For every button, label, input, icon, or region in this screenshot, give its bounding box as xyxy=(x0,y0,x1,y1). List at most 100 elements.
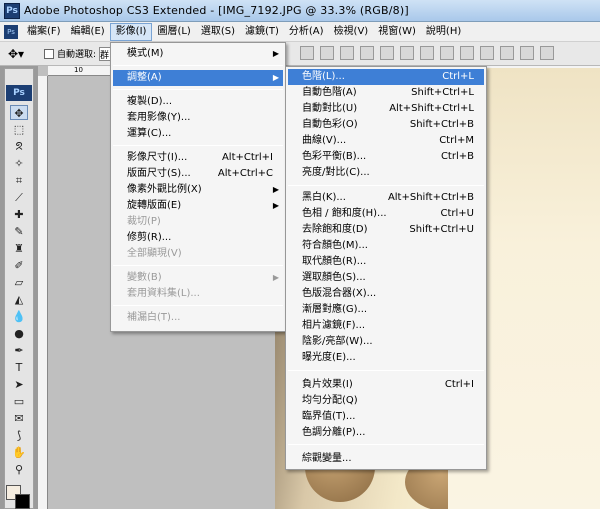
auto-select-checkbox[interactable] xyxy=(44,48,54,59)
adjust-match-color[interactable]: 符合顏色(M)... xyxy=(288,238,484,254)
adjust-curves[interactable]: 曲線(V)... Ctrl+M xyxy=(288,133,484,149)
menu-separator xyxy=(113,305,283,306)
dodge-tool-icon[interactable]: ● xyxy=(10,326,28,341)
adjust-levels[interactable]: 色階(L)... Ctrl+L xyxy=(288,69,484,85)
adjust-replace-color[interactable]: 取代顏色(R)... xyxy=(288,254,484,270)
menu-help[interactable]: 說明(H) xyxy=(421,23,466,41)
adjust-gradient-map[interactable]: 漸層對應(G)... xyxy=(288,302,484,318)
menu-image[interactable]: 影像(I) xyxy=(109,22,153,41)
image-menu-image-size[interactable]: 影像尺寸(I)... Alt+Ctrl+I xyxy=(113,150,283,166)
align-top-icon[interactable] xyxy=(300,46,314,60)
image-menu-apply-image[interactable]: 套用影像(Y)... xyxy=(113,110,283,126)
image-menu-canvas-size[interactable]: 版面尺寸(S)... Alt+Ctrl+C xyxy=(113,166,283,182)
menu-view[interactable]: 檢視(V) xyxy=(329,23,374,41)
image-menu-crop[interactable]: 裁切(P) xyxy=(113,214,283,230)
image-menu-calculations[interactable]: 運算(C)... xyxy=(113,126,283,142)
image-menu-rotate-canvas[interactable]: 旋轉版面(E) ▶ xyxy=(113,198,283,214)
adjustments-submenu: 色階(L)... Ctrl+L 自動色階(A) Shift+Ctrl+L 自動對比(… xyxy=(285,66,487,470)
menu-item-label: 裁切(P) xyxy=(127,216,161,227)
image-menu-duplicate[interactable]: 複製(D)... xyxy=(113,94,283,110)
menu-item-label: 色版混合器(X)... xyxy=(302,288,377,299)
adjust-channel-mixer[interactable]: 色版混合器(X)... xyxy=(288,286,484,302)
menu-separator xyxy=(113,265,283,266)
blur-tool-icon[interactable]: 💧 xyxy=(10,309,28,324)
adjust-posterize[interactable]: 色調分離(P)... xyxy=(288,425,484,441)
notes-tool-icon[interactable]: ✉ xyxy=(10,411,28,426)
slice-tool-icon[interactable]: ⟋ xyxy=(10,190,28,205)
adjust-shadow-highlight[interactable]: 陰影/亮部(W)... xyxy=(288,334,484,350)
align-right-icon[interactable] xyxy=(400,46,414,60)
image-menu-trim[interactable]: 修剪(R)... xyxy=(113,230,283,246)
align-bottom-icon[interactable] xyxy=(340,46,354,60)
path-select-icon[interactable]: ➤ xyxy=(10,377,28,392)
adjust-auto-color[interactable]: 自動色彩(O) Shift+Ctrl+B xyxy=(288,117,484,133)
menu-separator xyxy=(113,89,283,90)
eyedropper-icon[interactable]: ⟆ xyxy=(10,428,28,443)
image-menu-adjustments[interactable]: 調整(A) ▶ xyxy=(113,70,283,86)
distribute-middle-icon[interactable] xyxy=(440,46,454,60)
adjust-exposure[interactable]: 曝光度(E)... xyxy=(288,350,484,366)
crop-tool-icon[interactable]: ⌗ xyxy=(10,173,28,188)
magic-wand-icon[interactable]: ✧ xyxy=(10,156,28,171)
adjust-threshold[interactable]: 臨界值(T)... xyxy=(288,409,484,425)
image-menu-apply-data-set[interactable]: 套用資料集(L)... xyxy=(113,286,283,302)
color-swatches[interactable] xyxy=(6,485,32,509)
type-tool-icon[interactable]: T xyxy=(10,360,28,375)
image-menu-pixel-aspect[interactable]: 像素外觀比例(X) ▶ xyxy=(113,182,283,198)
align-middle-icon[interactable] xyxy=(320,46,334,60)
eraser-tool-icon[interactable]: ▱ xyxy=(10,275,28,290)
adjust-brightness-contrast[interactable]: 亮度/對比(C)... xyxy=(288,165,484,181)
adjust-hue-saturation[interactable]: 色相 / 飽和度(H)... Ctrl+U xyxy=(288,206,484,222)
adjust-variations[interactable]: 綜觀變量... xyxy=(288,451,484,467)
adjust-photo-filter[interactable]: 相片濾鏡(F)... xyxy=(288,318,484,334)
adjust-desaturate[interactable]: 去除飽和度(D) Shift+Ctrl+U xyxy=(288,222,484,238)
align-center-icon[interactable] xyxy=(380,46,394,60)
move-tool-icon[interactable]: ✥▾ xyxy=(8,46,30,62)
image-menu-variables[interactable]: 變數(B) ▶ xyxy=(113,270,283,286)
menu-item-label: 套用影像(Y)... xyxy=(127,112,191,123)
menu-item-label: 曲線(V)... xyxy=(302,135,347,146)
adjust-auto-levels[interactable]: 自動色階(A) Shift+Ctrl+L xyxy=(288,85,484,101)
adjust-invert[interactable]: 負片效果(I) Ctrl+I xyxy=(288,377,484,393)
align-left-icon[interactable] xyxy=(360,46,374,60)
distribute-top-icon[interactable] xyxy=(420,46,434,60)
menu-item-label: 選取顏色(S)... xyxy=(302,272,366,283)
menu-edit[interactable]: 編輯(E) xyxy=(66,23,110,41)
move-tool-icon[interactable]: ✥ xyxy=(10,105,28,120)
image-menu-reveal-all[interactable]: 全部顯現(V) xyxy=(113,246,283,262)
adjust-auto-contrast[interactable]: 自動對比(U) Alt+Shift+Ctrl+L xyxy=(288,101,484,117)
menu-window[interactable]: 視窗(W) xyxy=(373,23,421,41)
pen-tool-icon[interactable]: ✒ xyxy=(10,343,28,358)
distribute-center-icon[interactable] xyxy=(500,46,514,60)
brush-tool-icon[interactable]: ✎ xyxy=(10,224,28,239)
adjust-color-balance[interactable]: 色彩平衡(B)... Ctrl+B xyxy=(288,149,484,165)
menu-item-label: 色彩平衡(B)... xyxy=(302,151,367,162)
zoom-tool-icon[interactable]: ⚲ xyxy=(10,462,28,477)
image-menu-trap[interactable]: 補漏白(T)... xyxy=(113,310,283,326)
shape-tool-icon[interactable]: ▭ xyxy=(10,394,28,409)
history-brush-icon[interactable]: ✐ xyxy=(10,258,28,273)
menu-shortcut: Alt+Ctrl+I xyxy=(221,152,273,163)
lasso-tool-icon[interactable]: ᘝ xyxy=(10,139,28,154)
app-menu-icon[interactable]: Ps xyxy=(4,24,18,39)
image-menu-mode[interactable]: 模式(M) ▶ xyxy=(113,46,283,62)
menu-analysis[interactable]: 分析(A) xyxy=(284,23,329,41)
hand-tool-icon[interactable]: ✋ xyxy=(10,445,28,460)
background-color-swatch[interactable] xyxy=(15,494,30,509)
menu-shortcut: Alt+Shift+Ctrl+L xyxy=(389,103,474,114)
auto-align-icon[interactable] xyxy=(540,46,554,60)
menu-file[interactable]: 檔案(F) xyxy=(22,23,66,41)
adjust-equalize[interactable]: 均勻分配(Q) xyxy=(288,393,484,409)
distribute-bottom-icon[interactable] xyxy=(460,46,474,60)
marquee-tool-icon[interactable]: ⬚ xyxy=(10,122,28,137)
menu-layer[interactable]: 圖層(L) xyxy=(152,23,195,41)
healing-brush-icon[interactable]: ✚ xyxy=(10,207,28,222)
distribute-left-icon[interactable] xyxy=(480,46,494,60)
menu-select[interactable]: 選取(S) xyxy=(196,23,240,41)
menu-filter[interactable]: 濾鏡(T) xyxy=(240,23,284,41)
adjust-black-white[interactable]: 黑白(K)... Alt+Shift+Ctrl+B xyxy=(288,190,484,206)
clone-stamp-icon[interactable]: ♜ xyxy=(10,241,28,256)
adjust-selective-color[interactable]: 選取顏色(S)... xyxy=(288,270,484,286)
distribute-right-icon[interactable] xyxy=(520,46,534,60)
paint-bucket-icon[interactable]: ◭ xyxy=(10,292,28,307)
